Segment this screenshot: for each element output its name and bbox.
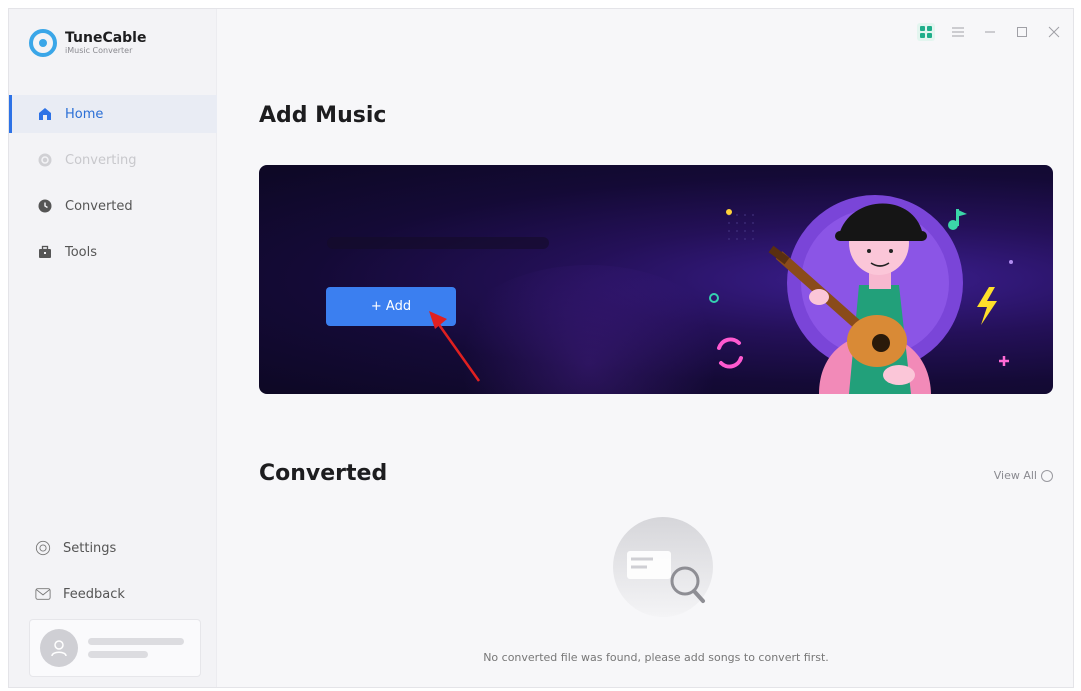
window-controls xyxy=(917,23,1063,41)
sidebar-item-label: Converted xyxy=(65,198,133,214)
music-illustration xyxy=(709,195,1013,394)
user-account-card[interactable] xyxy=(29,619,201,677)
menu-icon[interactable] xyxy=(949,23,967,41)
avatar xyxy=(40,629,78,667)
sidebar-item-label: Home xyxy=(65,106,104,122)
view-all-label: View All xyxy=(993,469,1037,482)
empty-state-message: No converted file was found, please add … xyxy=(483,651,829,664)
dot-icon xyxy=(726,209,732,215)
sidebar-item-label: Converting xyxy=(65,152,137,168)
gear-icon xyxy=(35,540,51,556)
chevron-right-icon xyxy=(1041,469,1053,482)
tunecable-logo-icon xyxy=(29,29,57,57)
sidebar-item-converted[interactable]: Converted xyxy=(9,187,217,225)
minimize-icon[interactable] xyxy=(981,23,999,41)
sidebar-item-label: Tools xyxy=(65,244,98,260)
sidebar-nav: Home Converting Converted Tools xyxy=(9,95,217,279)
grid-view-icon[interactable] xyxy=(917,23,935,41)
main-content: Add Music + Add Converted View All No co… xyxy=(217,9,1073,687)
mail-icon xyxy=(35,586,51,602)
sync-icon xyxy=(717,337,743,369)
user-email-blurred xyxy=(88,638,184,658)
app-subtitle: iMusic Converter xyxy=(65,46,133,55)
add-music-banner: + Add xyxy=(259,165,1053,394)
app-name: TuneCable xyxy=(65,30,147,46)
view-all-link[interactable]: View All xyxy=(994,469,1053,482)
sidebar-item-converting[interactable]: Converting xyxy=(9,141,217,179)
converted-title: Converted xyxy=(259,461,388,486)
sidebar-item-home[interactable]: Home xyxy=(9,95,217,133)
converting-icon xyxy=(37,152,53,168)
sidebar: TuneCable iMusic Converter Home Converti… xyxy=(9,9,217,687)
sidebar-item-feedback[interactable]: Feedback xyxy=(9,575,217,613)
empty-state-icon xyxy=(613,517,713,617)
clock-icon xyxy=(37,198,53,214)
sidebar-item-label: Feedback xyxy=(63,586,125,602)
close-icon[interactable] xyxy=(1045,23,1063,41)
banner-hint-text xyxy=(327,237,549,249)
sidebar-bottom: Settings Feedback xyxy=(9,529,217,621)
app-logo: TuneCable iMusic Converter xyxy=(29,29,146,57)
add-music-title: Add Music xyxy=(259,103,387,128)
toolbox-icon xyxy=(37,244,53,260)
app-window: TuneCable iMusic Converter Home Converti… xyxy=(8,8,1074,688)
sidebar-item-tools[interactable]: Tools xyxy=(9,233,217,271)
sidebar-item-settings[interactable]: Settings xyxy=(9,529,217,567)
sidebar-item-label: Settings xyxy=(63,540,117,556)
maximize-icon[interactable] xyxy=(1013,23,1031,41)
user-icon xyxy=(51,640,67,657)
home-icon xyxy=(37,106,53,122)
red-arrow-annotation xyxy=(429,311,481,382)
